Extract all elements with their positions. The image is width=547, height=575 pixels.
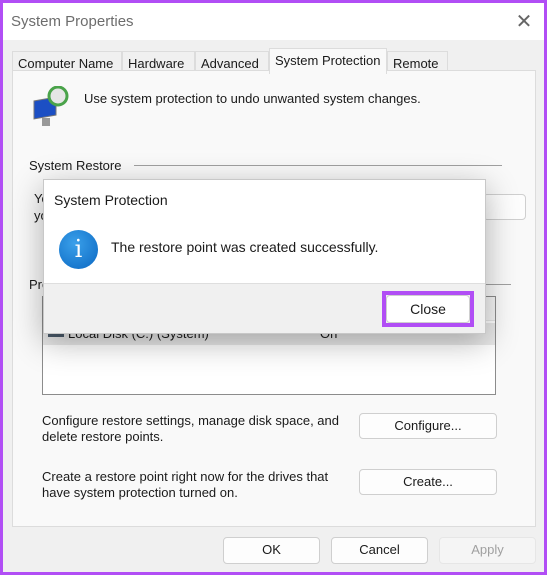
- system-restore-heading: System Restore: [29, 158, 122, 173]
- close-button[interactable]: Close: [386, 295, 470, 323]
- tab-system-protection[interactable]: System Protection: [269, 48, 387, 74]
- configure-text: Configure restore settings, manage disk …: [42, 413, 340, 444]
- system-protection-icon: [33, 86, 69, 126]
- window-title: System Properties: [11, 13, 134, 30]
- create-text: Create a restore point right now for the…: [42, 469, 329, 500]
- create-button[interactable]: Create...: [359, 469, 497, 495]
- dialog-title: System Protection: [54, 192, 168, 208]
- cancel-button[interactable]: Cancel: [331, 537, 428, 564]
- dialog-message: The restore point was created successful…: [111, 239, 379, 255]
- ok-button[interactable]: OK: [223, 537, 320, 564]
- apply-button: Apply: [439, 537, 536, 564]
- configure-button[interactable]: Configure...: [359, 413, 497, 439]
- info-icon: i: [59, 230, 98, 269]
- system-protection-dialog: System Protection i The restore point wa…: [43, 179, 486, 334]
- close-icon[interactable]: ✕: [511, 9, 537, 35]
- divider: [134, 165, 502, 166]
- intro-text: Use system protection to undo unwanted s…: [84, 91, 421, 106]
- title-bar: System Properties ✕: [3, 3, 544, 40]
- system-restore-button[interactable]: [483, 194, 526, 220]
- system-properties-window: System Properties ✕ Computer Name Hardwa…: [3, 3, 544, 572]
